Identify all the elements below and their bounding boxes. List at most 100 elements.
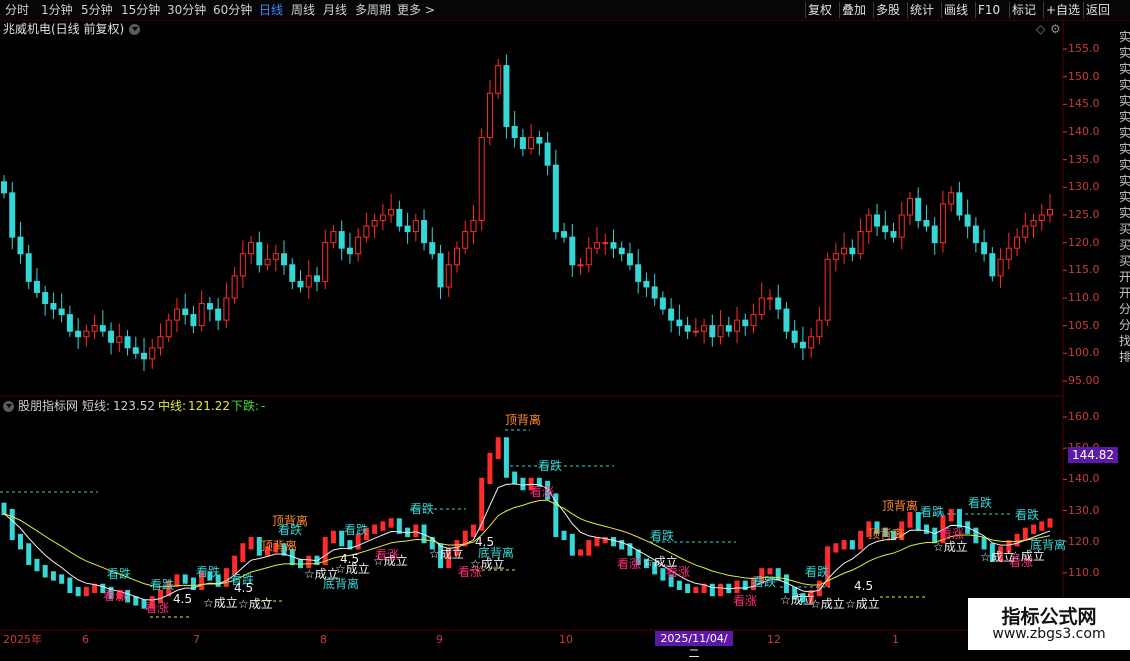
period-tab-8[interactable]: 月线 <box>323 0 347 20</box>
candle <box>99 325 106 332</box>
indicator-bar <box>1014 533 1020 547</box>
candle <box>33 280 40 293</box>
toolbar-button-8[interactable]: 返回 <box>1086 0 1110 20</box>
indicator-bar <box>833 543 839 553</box>
signal-label-fall: 看跌 <box>1015 508 1040 522</box>
period-tab-10[interactable]: 更多 > <box>397 0 435 20</box>
stock-title[interactable]: 兆威机电(日线 前复权) <box>3 22 124 36</box>
indicator-bar <box>380 521 386 531</box>
indicator-tick: 140.0 <box>1068 472 1100 486</box>
candle <box>91 325 98 332</box>
diamond-icon[interactable]: ◇ <box>1036 22 1045 36</box>
candle <box>503 65 510 127</box>
candle <box>659 297 666 310</box>
toolbar-button-1[interactable]: 叠加 <box>842 0 866 20</box>
indicator-dropdown-icon[interactable] <box>3 401 14 412</box>
candle <box>816 319 823 338</box>
toolbar-separator <box>839 2 840 18</box>
toolbar-button-6[interactable]: 标记 <box>1012 0 1036 20</box>
toolbar-button-7[interactable]: +自选 <box>1046 0 1080 20</box>
candle <box>528 137 535 150</box>
side-panel-char: 实 <box>1119 158 1130 172</box>
signal-label-top-div: 顶背离 <box>882 499 919 513</box>
candle <box>791 330 798 343</box>
toolbar-button-3[interactable]: 统计 <box>910 0 934 20</box>
period-tab-2[interactable]: 5分钟 <box>81 0 113 20</box>
candle <box>157 336 164 349</box>
grid-lines <box>1063 48 1067 605</box>
signal-label-num: 4.5 <box>475 535 495 549</box>
side-panel-char: 买 <box>1119 238 1130 252</box>
candle <box>58 308 65 316</box>
candle <box>939 203 946 244</box>
candle <box>388 208 395 216</box>
candle <box>709 325 716 338</box>
candle <box>338 231 345 249</box>
toolbar-button-0[interactable]: 复权 <box>808 0 832 20</box>
candle <box>775 297 782 310</box>
period-tab-9[interactable]: 多周期 <box>355 0 391 20</box>
period-tab-7[interactable]: 周线 <box>291 0 315 20</box>
candle <box>124 336 131 349</box>
toolbar-button-4[interactable]: 画线 <box>944 0 968 20</box>
candle <box>602 242 609 245</box>
candle <box>165 319 172 338</box>
candle <box>857 231 864 255</box>
indicator-title[interactable]: 股朋指标网 <box>18 399 78 413</box>
price-tick: 150.0 <box>1068 69 1100 83</box>
down-label: 下跌: <box>231 399 260 413</box>
candle <box>1005 247 1012 260</box>
candle <box>412 220 419 233</box>
gear-icon[interactable]: ⚙ <box>1050 22 1061 36</box>
indicator-bar <box>503 437 509 478</box>
price-tick: 155.0 <box>1068 42 1100 55</box>
candle <box>915 197 922 222</box>
indicator-bar <box>388 518 394 528</box>
period-tab-4[interactable]: 30分钟 <box>167 0 206 20</box>
indicator-bar <box>50 571 56 581</box>
period-tab-6[interactable]: 日线 <box>259 0 283 20</box>
candle <box>355 236 362 255</box>
toolbar-button-2[interactable]: 多股 <box>876 0 900 20</box>
signal-label-ok: ☆成立 <box>373 554 408 568</box>
signal-label-ok: ☆成立 <box>845 597 880 611</box>
watermark: 指标公式网 www.zbgs3.com <box>968 598 1130 650</box>
signal-label-num: 4.5 <box>234 581 254 595</box>
candle <box>363 225 370 238</box>
period-tab-1[interactable]: 1分钟 <box>41 0 73 20</box>
candle <box>766 297 773 300</box>
indicator-bar <box>1 502 7 516</box>
indicator-bar <box>83 586 89 597</box>
side-panel-char: 实 <box>1119 190 1130 204</box>
indicator-bar <box>841 540 847 550</box>
candle <box>849 247 856 255</box>
title-dropdown-icon[interactable] <box>129 24 140 35</box>
toolbar-separator <box>1043 2 1044 18</box>
x-label-oct: 10 <box>559 633 573 646</box>
side-panel-char: 分 <box>1119 318 1130 332</box>
candle <box>297 280 304 288</box>
candle <box>478 137 485 222</box>
candle <box>281 253 288 266</box>
candle <box>453 247 460 266</box>
toolbar-button-5[interactable]: F10 <box>978 0 1000 20</box>
candle <box>215 308 222 321</box>
signal-label-ok: ☆成立 <box>643 555 678 569</box>
candle <box>256 242 263 266</box>
period-tab-0[interactable]: 分时 <box>5 0 29 20</box>
indicator-bar <box>34 558 40 572</box>
period-tab-3[interactable]: 15分钟 <box>121 0 160 20</box>
price-tick: 140.0 <box>1068 125 1100 138</box>
price-tick: 130.0 <box>1068 180 1100 194</box>
candle <box>190 314 197 327</box>
period-tab-5[interactable]: 60分钟 <box>213 0 252 20</box>
x-label-dec: 12 <box>767 633 781 646</box>
signal-label-ok: ☆成立 <box>1010 549 1045 563</box>
candle <box>758 297 765 316</box>
signal-label-fall: 看跌 <box>196 565 221 579</box>
signal-label-ok: ☆成立 <box>470 557 505 571</box>
candle <box>561 231 568 238</box>
signal-label-ok: ☆成立 <box>304 567 339 581</box>
short-label: 短线: <box>82 399 111 413</box>
candle <box>1014 236 1021 249</box>
